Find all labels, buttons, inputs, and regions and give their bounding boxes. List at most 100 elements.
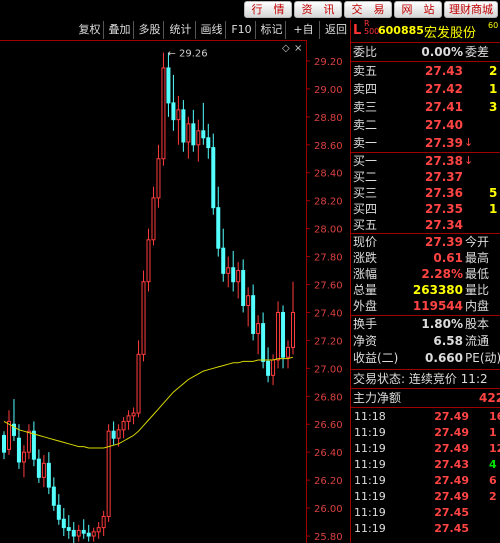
- stat2-row: 净资 6.58 流通: [353, 334, 490, 348]
- candle-body: [141, 281, 146, 355]
- ask-row[interactable]: 卖三 27.41 3: [351, 98, 500, 116]
- statistics-button[interactable]: 统计: [166, 21, 196, 39]
- tick-row: 11:18 27.49 16: [354, 410, 500, 423]
- candle-body: [211, 147, 216, 209]
- level-indicator: L: [353, 23, 362, 38]
- ask-row[interactable]: 卖四 27.42 1: [351, 80, 500, 98]
- mark-button[interactable]: 标记: [258, 21, 286, 39]
- stock-code: 600885: [378, 24, 424, 37]
- tick-row: 11:19 27.49 2: [354, 490, 497, 503]
- kline-chart[interactable]: 29.20 29.00 28.80 28.60 28.40 28.20 28.00 27.80…: [0, 40, 350, 543]
- ask-price: 27.43: [425, 64, 463, 78]
- quote-panel: L R 500 600885 宏发股份 60 委比 0.00% 委差 卖五 27.…: [350, 20, 500, 543]
- candle-body: [266, 360, 271, 376]
- candle-body: [171, 102, 176, 121]
- y-tick-label: 28.60: [314, 141, 343, 152]
- down-arrow-icon: ↓: [464, 154, 474, 167]
- restore-rights-button[interactable]: 复权: [76, 21, 104, 39]
- stock-header[interactable]: L R 500 600885 宏发股份 60: [351, 20, 500, 42]
- chart-toolbar: 复权 叠加 多股 统计 画线 F10 标记 +自选 返回: [0, 20, 350, 54]
- ask-row[interactable]: 卖一 27.39 ↓: [351, 134, 500, 152]
- y-tick-label: 26.40: [314, 448, 343, 459]
- tab-news[interactable]: 资 讯: [294, 1, 342, 18]
- candle-body: [6, 420, 11, 450]
- candle-body: [16, 437, 21, 463]
- candle-body: [106, 430, 111, 517]
- ask-volume: 1: [489, 82, 498, 96]
- candle-body: [251, 295, 256, 334]
- ask-price: 27.42: [425, 82, 463, 96]
- multi-stock-button[interactable]: 多股: [136, 21, 164, 39]
- down-arrow-icon: ↓: [464, 136, 474, 149]
- bid-row[interactable]: 买三 27.36 5: [351, 185, 500, 201]
- bid-row[interactable]: 买二 27.37: [351, 169, 500, 185]
- ask-label: 卖五: [353, 64, 378, 78]
- kline-chart-svg[interactable]: 29.20 29.00 28.80 28.60 28.40 28.20 28.00 27.80…: [0, 40, 350, 543]
- candle-body: [146, 239, 151, 283]
- candle-body: [81, 529, 86, 534]
- candle-body: [126, 415, 131, 422]
- candle-body: [96, 527, 101, 533]
- candle-body: [181, 109, 186, 143]
- stat-row: 现价 27.39 今开: [353, 235, 490, 249]
- tick-row: 11:19 27.43 4: [354, 458, 497, 471]
- ask-row[interactable]: 卖二 27.40: [351, 116, 500, 134]
- candle-body: [161, 67, 166, 160]
- draw-line-button[interactable]: 画线: [198, 21, 226, 39]
- stat2-row: 收益(二) 0.660 PE(动): [353, 351, 500, 365]
- candle-body: [226, 267, 231, 274]
- y-tick-label: 25.80: [314, 532, 343, 543]
- y-tick-label: 26.20: [314, 476, 343, 487]
- y-tick-label: 26.00: [314, 504, 343, 515]
- candle-body: [286, 346, 291, 358]
- bid-price: 27.37: [425, 170, 463, 184]
- stock-name: 宏发股份: [424, 26, 477, 41]
- overlay-button[interactable]: 叠加: [106, 21, 134, 39]
- tab-mall[interactable]: 理财商城: [444, 1, 498, 18]
- bid-volume: 5: [489, 186, 498, 200]
- y-tick-label: 28.40: [314, 169, 343, 180]
- candle-body: [231, 267, 236, 283]
- bid-price: 27.38: [425, 154, 463, 168]
- tab-website[interactable]: 网 站: [394, 1, 442, 18]
- net-flow-row[interactable]: 主力净额 422: [351, 389, 500, 407]
- back-button[interactable]: 返回: [322, 21, 350, 39]
- tab-trade[interactable]: 交 易: [344, 1, 392, 18]
- f10-button[interactable]: F10: [228, 21, 256, 39]
- tab-market[interactable]: 行 情: [244, 1, 292, 18]
- candle-body: [71, 529, 76, 537]
- candle-body: [131, 412, 136, 417]
- candle-body: [281, 311, 286, 358]
- bid-row[interactable]: 买一 27.38 ↓: [351, 153, 500, 169]
- y-tick-label: 27.40: [314, 308, 343, 319]
- bid-label: 买二: [353, 170, 378, 184]
- y-tick-label: 26.60: [314, 420, 343, 431]
- bid-price: 27.35: [425, 202, 463, 216]
- candle-body: [201, 130, 206, 139]
- bid-label: 买一: [353, 154, 378, 168]
- candle-body: [121, 420, 126, 431]
- ask-price: 27.40: [425, 118, 463, 132]
- candle-body: [151, 197, 156, 241]
- candle-body: [261, 323, 266, 362]
- candle-body: [156, 158, 161, 199]
- high-price-label: ← 29.26: [167, 49, 207, 60]
- tick-row: 11:19 27.49 1: [354, 426, 497, 439]
- bid-row[interactable]: 买四 27.35 1: [351, 201, 500, 217]
- stock-superscript: 60: [488, 21, 499, 30]
- bid-row[interactable]: 买五 27.34: [351, 217, 500, 233]
- trade-status: 交易状态: 连续竞价 11:2: [353, 372, 488, 386]
- y-tick-label: 28.80: [314, 113, 343, 124]
- r-indicator: R 500: [364, 19, 380, 36]
- tick-row: 11:19 27.45: [354, 506, 469, 519]
- stat-row: 涨跌 0.61 最高: [353, 251, 490, 265]
- y-tick-label: 27.80: [314, 253, 343, 264]
- candle-body: [176, 109, 181, 121]
- y-tick-label: 27.00: [314, 364, 343, 375]
- add-watchlist-button[interactable]: +自选: [288, 21, 320, 54]
- candle-body: [61, 518, 66, 529]
- y-tick-label: 29.20: [314, 57, 343, 68]
- stat-row: 涨幅 2.28% 最低: [353, 267, 490, 281]
- ask-row[interactable]: 卖五 27.43 2: [351, 62, 500, 80]
- candle-body: [216, 207, 221, 249]
